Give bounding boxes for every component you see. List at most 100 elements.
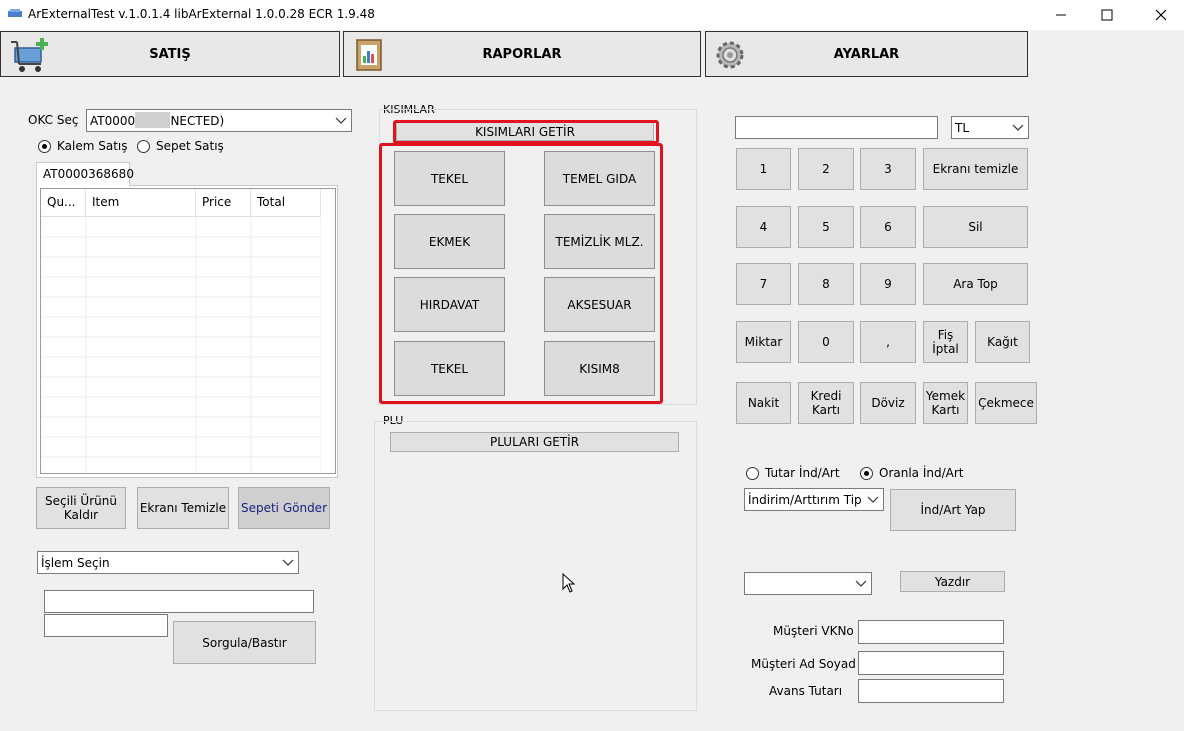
okc-label: OKC Seç — [28, 113, 79, 127]
chevron-down-icon — [335, 117, 347, 124]
key-4[interactable]: 4 — [736, 206, 791, 248]
kisim-button-3[interactable]: EKMEK — [394, 214, 505, 269]
grid-body — [41, 217, 322, 473]
amount-input[interactable] — [735, 116, 938, 139]
advance-amount-input[interactable] — [858, 679, 1004, 703]
foreign-currency-key[interactable]: Döviz — [860, 382, 916, 424]
kisim-button-6[interactable]: AKSESUAR — [544, 277, 655, 332]
kisim-button-1[interactable]: TEKEL — [394, 151, 505, 206]
key-5[interactable]: 5 — [798, 206, 854, 248]
radio-dot-checked — [38, 139, 51, 153]
key-2[interactable]: 2 — [798, 148, 854, 190]
maximize-icon — [1101, 9, 1113, 21]
nav-satis-label: SATIŞ — [149, 46, 191, 62]
chevron-down-icon — [1012, 124, 1024, 131]
clear-screen-key[interactable]: Ekranı temizle — [923, 148, 1028, 190]
operation-select-value: İşlem Seçin — [41, 555, 110, 570]
send-basket-button[interactable]: Sepeti Gönder — [238, 487, 330, 529]
chevron-down-icon — [282, 559, 294, 566]
nav-raporlar-button[interactable]: RAPORLAR — [343, 31, 701, 77]
customer-name-label: Müşteri Ad Soyad — [751, 657, 856, 671]
col-quantity[interactable]: Qu... — [41, 189, 86, 216]
items-grid[interactable]: Qu... Item Price Total — [40, 188, 336, 474]
subtotal-key[interactable]: Ara Top — [923, 263, 1028, 305]
customer-vkn-label: Müşteri VKNo — [773, 624, 854, 638]
tab-device[interactable]: AT0000368680 — [36, 162, 134, 186]
operation-select[interactable]: İşlem Seçin — [37, 551, 299, 574]
okc-select[interactable]: AT0000 (CONNECTED) — [86, 109, 352, 132]
quantity-key[interactable]: Miktar — [736, 321, 791, 363]
chevron-down-icon — [855, 580, 867, 587]
kisim-button-8[interactable]: KISIM8 — [544, 341, 655, 396]
radio-tutar-label: Tutar İnd/Art — [765, 466, 840, 480]
radio-sepet-satis-label: Sepet Satış — [156, 139, 224, 153]
nav-ayarlar-button[interactable]: AYARLAR — [705, 31, 1028, 77]
chevron-down-icon — [867, 496, 879, 503]
kisim-button-4[interactable]: TEMİZLİK MLZ. — [544, 214, 655, 269]
discount-type-select[interactable]: İndirim/Arttırım Tip — [744, 488, 884, 511]
radio-kalem-satis-label: Kalem Satış — [57, 139, 128, 153]
key-7[interactable]: 7 — [736, 263, 791, 305]
print-option-select[interactable] — [744, 572, 872, 595]
close-button[interactable] — [1138, 0, 1184, 30]
cash-key[interactable]: Nakit — [736, 382, 791, 424]
window-title: ArExternalTest v.1.0.1.4 libArExternal 1… — [28, 7, 375, 21]
currency-select[interactable]: TL — [951, 116, 1029, 139]
currency-select-value: TL — [955, 120, 970, 135]
gear-icon — [716, 41, 744, 69]
key-comma[interactable]: , — [860, 321, 916, 363]
kisim-button-7[interactable]: TEKEL — [394, 341, 505, 396]
remove-selected-button[interactable]: Seçili Ürünü Kaldır — [36, 487, 126, 529]
advance-amount-label: Avans Tutarı — [769, 684, 843, 698]
grid-header: Qu... Item Price Total — [41, 189, 321, 217]
drawer-key[interactable]: Çekmece — [975, 382, 1037, 424]
customer-vkn-input[interactable] — [858, 620, 1004, 644]
nav-satis-button[interactable]: SATIŞ — [0, 31, 340, 77]
col-price[interactable]: Price — [196, 189, 251, 216]
plulari-getir-button[interactable]: PLULARI GETİR — [390, 432, 679, 452]
minimize-icon — [1056, 14, 1066, 16]
col-item[interactable]: Item — [86, 189, 196, 216]
customer-name-input[interactable] — [858, 651, 1004, 675]
key-0[interactable]: 0 — [798, 321, 854, 363]
key-1[interactable]: 1 — [736, 148, 791, 190]
paper-key[interactable]: Kağıt — [975, 321, 1030, 363]
delete-key[interactable]: Sil — [923, 206, 1028, 248]
report-icon — [356, 39, 382, 71]
operation-input-1[interactable] — [44, 590, 314, 613]
radio-sepet-satis[interactable]: Sepet Satış — [137, 139, 224, 153]
kisim-button-5[interactable]: HIRDAVAT — [394, 277, 505, 332]
radio-dot-checked — [860, 466, 873, 480]
meal-card-key[interactable]: Yemek Kartı — [923, 382, 968, 424]
apply-discount-button[interactable]: İnd/Art Yap — [890, 489, 1016, 531]
nav-ayarlar-label: AYARLAR — [833, 46, 900, 62]
shopping-cart-icon — [11, 38, 48, 72]
key-3[interactable]: 3 — [860, 148, 916, 190]
radio-oranla-ind-art[interactable]: Oranla İnd/Art — [860, 466, 964, 480]
radio-dot — [137, 139, 150, 153]
query-print-button[interactable]: Sorgula/Bastır — [173, 621, 316, 664]
col-total[interactable]: Total — [251, 189, 321, 216]
key-9[interactable]: 9 — [860, 263, 916, 305]
maximize-button[interactable] — [1084, 0, 1130, 30]
highlight-fetch-button — [393, 120, 659, 144]
clear-screen-button[interactable]: Ekranı Temizle — [137, 487, 229, 529]
nav-raporlar-label: RAPORLAR — [482, 46, 562, 62]
print-button[interactable]: Yazdır — [900, 571, 1005, 592]
radio-tutar-ind-art[interactable]: Tutar İnd/Art — [746, 466, 840, 480]
plu-group — [374, 421, 697, 711]
key-6[interactable]: 6 — [860, 206, 916, 248]
radio-kalem-satis[interactable]: Kalem Satış — [38, 139, 128, 153]
credit-card-key[interactable]: Kredi Kartı — [798, 382, 854, 424]
radio-oranla-label: Oranla İnd/Art — [879, 466, 964, 480]
key-8[interactable]: 8 — [798, 263, 854, 305]
operation-input-2[interactable] — [44, 614, 168, 637]
close-icon — [1155, 9, 1167, 21]
grid-lines — [41, 217, 322, 473]
kisim-button-2[interactable]: TEMEL GIDA — [544, 151, 655, 206]
masked-serial — [135, 112, 170, 128]
radio-dot — [746, 466, 759, 480]
cancel-receipt-key[interactable]: Fiş İptal — [923, 321, 968, 363]
minimize-button[interactable] — [1038, 0, 1084, 30]
app-icon — [8, 9, 22, 17]
